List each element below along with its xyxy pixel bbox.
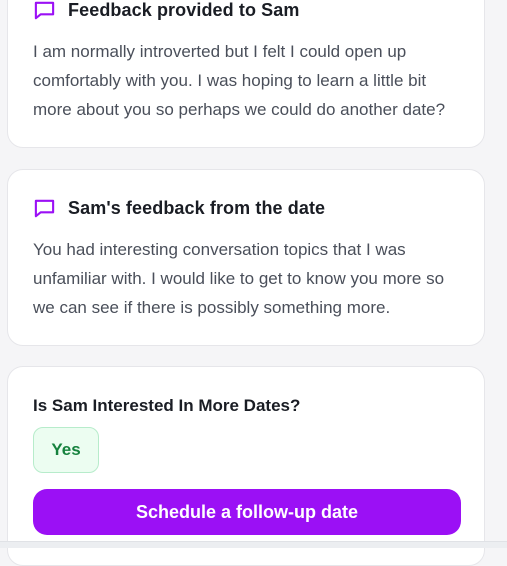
feedback-received-title: Sam's feedback from the date	[68, 198, 326, 218]
message-square-icon	[33, 0, 56, 22]
schedule-follow-up-button[interactable]: Schedule a follow-up date	[33, 489, 461, 535]
feedback-provided-header: Feedback provided to Sam	[33, 0, 464, 22]
feedback-received-text: You had interesting conversation topics …	[33, 240, 445, 317]
feedback-received-card: Sam's feedback from the date You had int…	[7, 169, 485, 346]
interest-question: Is Sam Interested In More Dates?	[33, 396, 301, 415]
feedback-provided-title: Feedback provided to Sam	[68, 0, 300, 20]
feedback-provided-text: I am normally introverted but I felt I c…	[33, 42, 446, 119]
feedback-received-header: Sam's feedback from the date	[33, 197, 464, 220]
interest-card: Is Sam Interested In More Dates? Yes Sch…	[7, 366, 485, 566]
interest-answer-badge: Yes	[33, 427, 99, 473]
feedback-provided-card: Feedback provided to Sam I am normally i…	[7, 0, 485, 148]
message-square-icon	[33, 197, 56, 220]
bottom-scroll-edge	[0, 541, 507, 548]
